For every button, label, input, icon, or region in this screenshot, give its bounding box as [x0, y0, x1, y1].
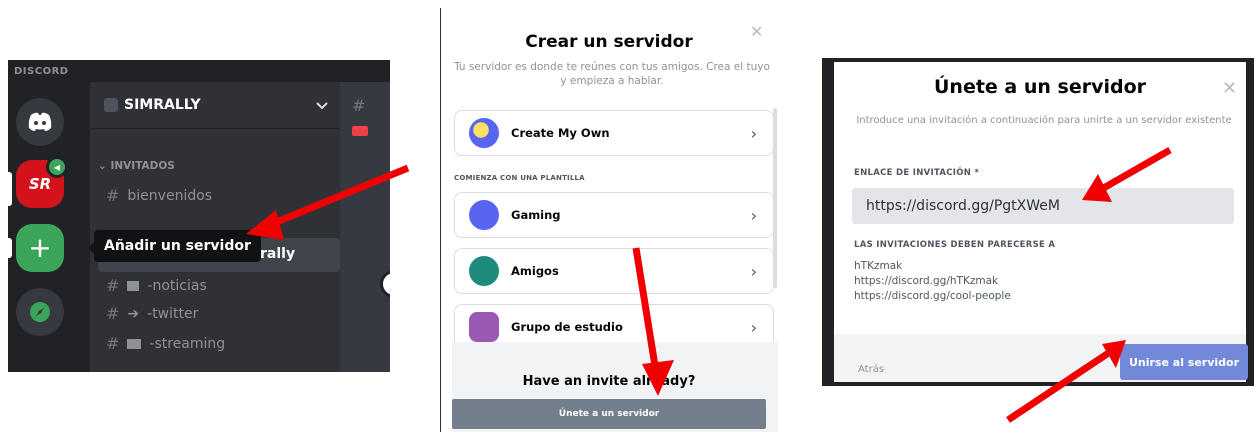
red-arrow: [1082, 146, 1172, 202]
annotation-arrows: [246, 146, 1172, 423]
red-arrow: [632, 247, 674, 396]
red-arrow: [246, 164, 410, 240]
red-arrow: [1006, 340, 1126, 423]
